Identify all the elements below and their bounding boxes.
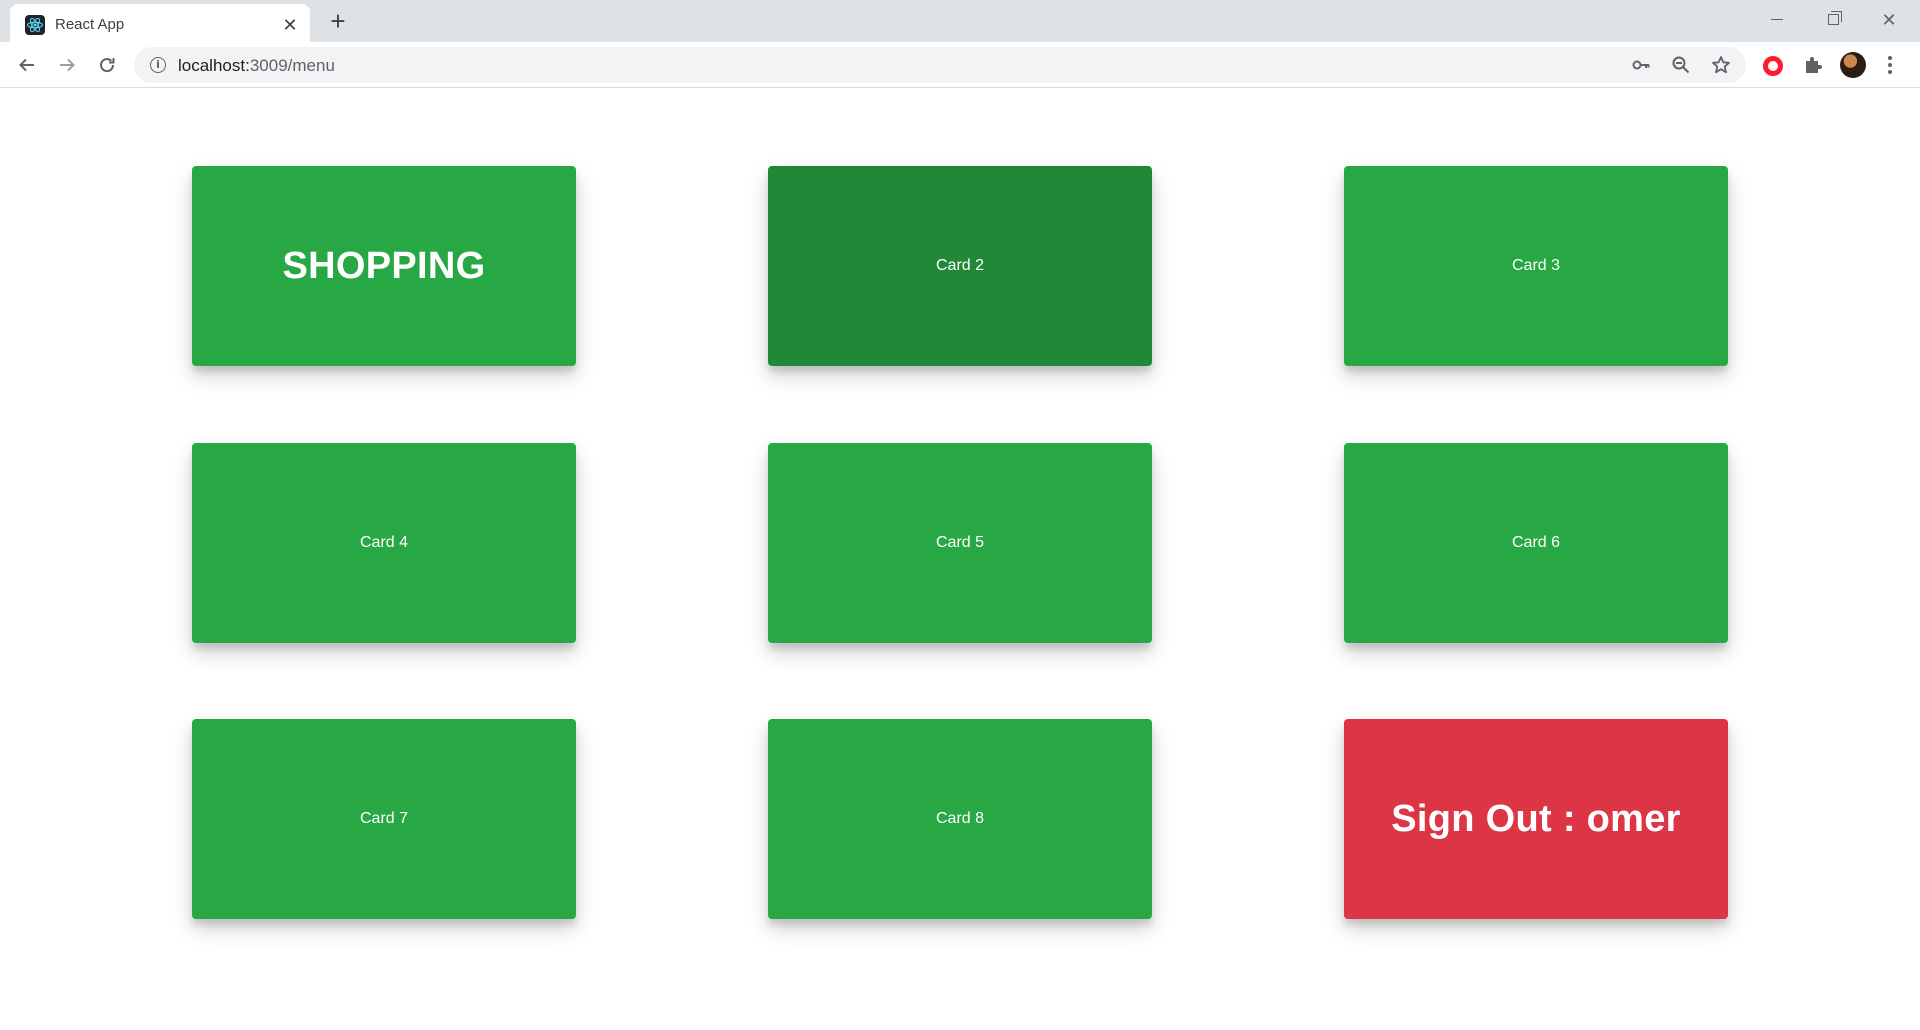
card-4[interactable]: Card 4 bbox=[192, 443, 576, 643]
card-6[interactable]: Card 6 bbox=[1344, 443, 1728, 643]
card-5[interactable]: Card 5 bbox=[768, 443, 1152, 643]
card-label: Card 2 bbox=[935, 257, 985, 274]
kebab-menu-icon[interactable] bbox=[1882, 52, 1898, 78]
browser-tab[interactable]: React App ✕ bbox=[10, 4, 310, 42]
forward-arrow-icon[interactable] bbox=[52, 50, 82, 80]
minimize-window-button[interactable] bbox=[1754, 6, 1800, 34]
reload-icon[interactable] bbox=[92, 50, 122, 80]
card-label: Card 4 bbox=[359, 534, 409, 551]
tab-title: React App bbox=[55, 16, 125, 33]
browser-toolbar: i localhost:3009/menu bbox=[0, 42, 1920, 88]
zoom-out-icon[interactable] bbox=[1670, 54, 1692, 76]
address-bar[interactable]: i localhost:3009/menu bbox=[134, 47, 1746, 83]
card-8[interactable]: Card 8 bbox=[768, 719, 1152, 919]
url-path: 3009/menu bbox=[249, 56, 335, 75]
info-icon[interactable]: i bbox=[150, 57, 166, 73]
star-icon[interactable] bbox=[1710, 54, 1732, 76]
close-window-button[interactable]: ✕ bbox=[1866, 6, 1912, 34]
url-host: localhost: bbox=[178, 56, 250, 75]
react-logo-icon bbox=[25, 15, 45, 35]
shopping-card[interactable]: SHOPPING bbox=[192, 166, 576, 366]
menu-page: SHOPPING Card 2 Card 3 Card 4 Card 5 Car… bbox=[0, 89, 1920, 1030]
new-tab-button[interactable]: + bbox=[326, 8, 350, 34]
card-2[interactable]: Card 2 bbox=[768, 166, 1152, 366]
tab-strip: React App ✕ + ✕ bbox=[0, 0, 1920, 42]
puzzle-icon[interactable] bbox=[1802, 55, 1824, 77]
card-label: Card 3 bbox=[1511, 257, 1561, 274]
card-label: Sign Out : omer bbox=[1391, 797, 1681, 840]
key-icon[interactable] bbox=[1630, 54, 1652, 76]
card-7[interactable]: Card 7 bbox=[192, 719, 576, 919]
back-arrow-icon[interactable] bbox=[12, 50, 42, 80]
card-label: Card 7 bbox=[359, 810, 409, 827]
card-label: Card 6 bbox=[1511, 534, 1561, 551]
sign-out-card[interactable]: Sign Out : omer bbox=[1344, 719, 1728, 919]
restore-window-button[interactable] bbox=[1810, 6, 1856, 34]
url-text[interactable]: localhost:3009/menu bbox=[178, 56, 335, 76]
card-label: SHOPPING bbox=[282, 244, 486, 287]
avatar[interactable] bbox=[1840, 52, 1866, 78]
card-label: Card 8 bbox=[935, 810, 985, 827]
close-tab-icon[interactable]: ✕ bbox=[280, 15, 300, 35]
card-label: Card 5 bbox=[935, 534, 985, 551]
card-3[interactable]: Card 3 bbox=[1344, 166, 1728, 366]
opera-icon[interactable] bbox=[1762, 55, 1784, 77]
